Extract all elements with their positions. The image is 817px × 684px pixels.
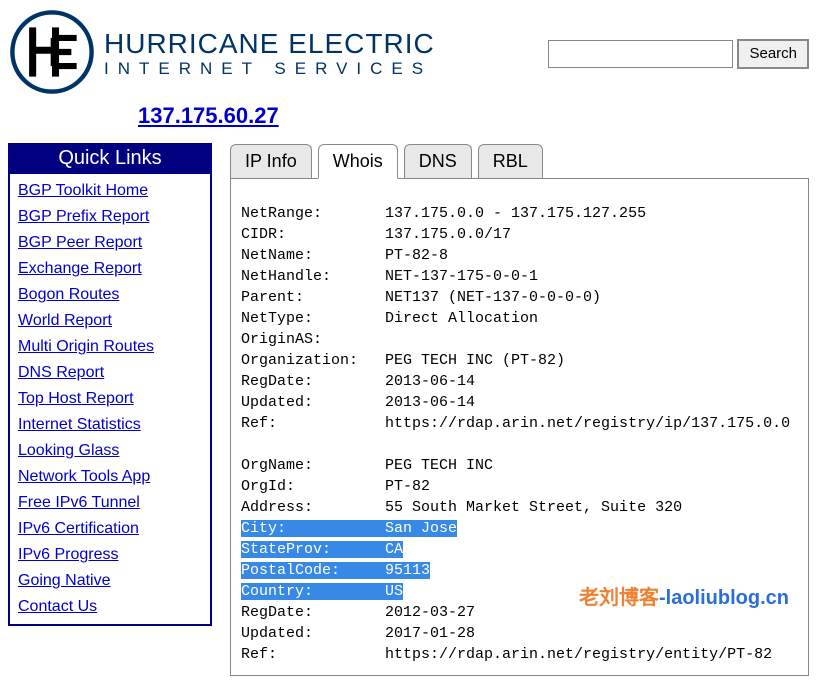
sidebar-link[interactable]: BGP Prefix Report xyxy=(18,204,202,230)
sidebar-link[interactable]: Free IPv6 Tunnel xyxy=(18,490,202,516)
sidebar-title: Quick Links xyxy=(10,145,210,174)
he-logo xyxy=(8,8,96,99)
sidebar-link[interactable]: DNS Report xyxy=(18,360,202,386)
tab-dns[interactable]: DNS xyxy=(404,144,472,179)
tab-panel-whois: NetRange: 137.175.0.0 - 137.175.127.255 … xyxy=(230,179,809,676)
logo-block: HURRICANE ELECTRIC INTERNET SERVICES xyxy=(8,8,435,99)
brand-title: HURRICANE ELECTRIC xyxy=(104,30,435,58)
sidebar-link[interactable]: Internet Statistics xyxy=(18,412,202,438)
tab-whois[interactable]: Whois xyxy=(318,144,398,179)
sidebar-link[interactable]: BGP Toolkit Home xyxy=(18,178,202,204)
brand-subtitle: INTERNET SERVICES xyxy=(104,60,435,77)
sidebar-link[interactable]: Multi Origin Routes xyxy=(18,334,202,360)
search-form: Search xyxy=(548,39,809,69)
sidebar-link[interactable]: World Report xyxy=(18,308,202,334)
sidebar-link[interactable]: IPv6 Certification xyxy=(18,516,202,542)
sidebar-link[interactable]: Looking Glass xyxy=(18,438,202,464)
sidebar-link[interactable]: Going Native xyxy=(18,568,202,594)
sidebar-link[interactable]: BGP Peer Report xyxy=(18,230,202,256)
header: HURRICANE ELECTRIC INTERNET SERVICES Sea… xyxy=(8,8,809,99)
sidebar-link[interactable]: Network Tools App xyxy=(18,464,202,490)
search-button[interactable]: Search xyxy=(737,39,809,69)
content: IP InfoWhoisDNSRBL NetRange: 137.175.0.0… xyxy=(230,143,809,676)
tab-ip-info[interactable]: IP Info xyxy=(230,144,312,179)
search-input[interactable] xyxy=(548,40,733,68)
tab-rbl[interactable]: RBL xyxy=(478,144,543,179)
sidebar-link[interactable]: Top Host Report xyxy=(18,386,202,412)
whois-output: NetRange: 137.175.0.0 - 137.175.127.255 … xyxy=(241,203,798,665)
sidebar-link[interactable]: Contact Us xyxy=(18,594,202,620)
page-title: 137.175.60.27 xyxy=(138,103,809,129)
tab-bar: IP InfoWhoisDNSRBL xyxy=(230,143,809,179)
sidebar: Quick Links BGP Toolkit HomeBGP Prefix R… xyxy=(8,143,212,626)
sidebar-link[interactable]: IPv6 Progress xyxy=(18,542,202,568)
sidebar-link[interactable]: Exchange Report xyxy=(18,256,202,282)
sidebar-link[interactable]: Bogon Routes xyxy=(18,282,202,308)
ip-link[interactable]: 137.175.60.27 xyxy=(138,103,279,128)
